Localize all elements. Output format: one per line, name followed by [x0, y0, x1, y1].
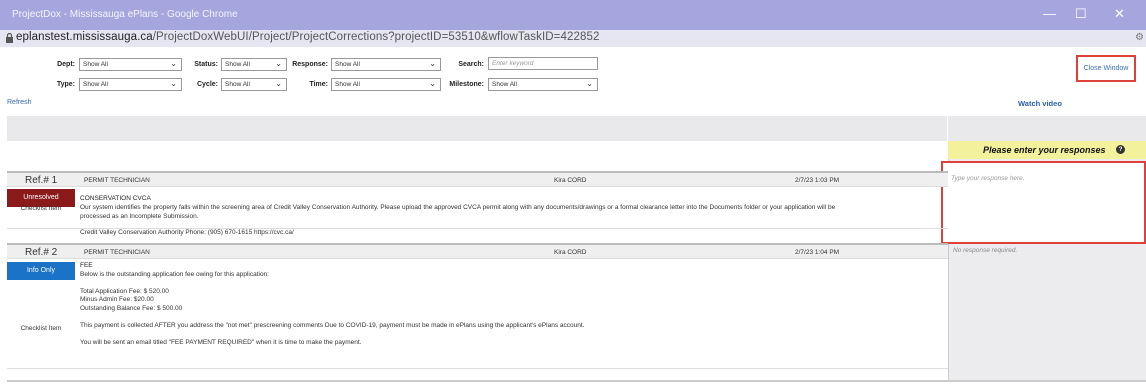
comment-type: Checklist Item [20, 205, 62, 212]
comment-line: You will be sent an email titled "FEE PA… [80, 338, 362, 346]
dept-select[interactable]: Show All ⌄ [79, 58, 182, 71]
close-icon[interactable]: ✕ [1114, 6, 1125, 22]
response-select[interactable]: Show All ⌄ [331, 58, 441, 71]
comment-author: Kira CORD [554, 177, 587, 184]
minimize-icon[interactable]: — [1043, 6, 1056, 21]
search-label: Search: [458, 61, 484, 68]
comment-title: CONSERVATION CVCA [80, 195, 151, 202]
comment-date: 2/7/23 1:03 PM [795, 177, 840, 184]
ref-number: Ref.# 1 [25, 175, 58, 186]
response-placeholder: Type your response here. [951, 175, 1025, 182]
maximize-icon[interactable]: ☐ [1075, 6, 1087, 22]
reviewer-role: PERMIT TECHNICIAN [84, 249, 150, 256]
responses-header-title: Please enter your responses [983, 145, 1106, 155]
chevron-down-icon: ⌄ [275, 79, 282, 88]
milestone-select[interactable]: Show All ⌄ [488, 78, 598, 91]
response-label: Response: [292, 61, 328, 68]
comment-line: Outstanding Balance Fee: $ 500.00 [80, 305, 183, 313]
comment-author: Kira CORD [554, 249, 587, 256]
comment-header-row: Ref.# 1 PERMIT TECHNICIAN Kira CORD 2/7/… [7, 171, 948, 187]
comment-line: Total Application Fee: $ 520.00 [80, 287, 169, 295]
type-select[interactable]: Show All ⌄ [79, 78, 182, 91]
lock-icon [6, 33, 13, 43]
status-select[interactable]: Show All ⌄ [221, 58, 287, 71]
comment-line: processed as an Incomplete Submission. [80, 212, 199, 220]
comment-body: FEE Below is the outstanding application… [80, 262, 945, 348]
window-titlebar: ProjectDox - Mississauga ePlans - Google… [0, 0, 1146, 30]
cycle-label: Cycle: [196, 81, 218, 88]
watch-video-link[interactable]: Watch video [1018, 99, 1062, 108]
responses-header: Please enter your responses ? [948, 141, 1146, 159]
no-response-text: No response required. [953, 247, 1018, 254]
status-badge: Info Only [7, 262, 75, 280]
type-label: Type: [56, 81, 75, 88]
comment-title: FEE [80, 262, 93, 269]
close-window-button[interactable]: Close Window [1076, 55, 1136, 82]
time-label: Time: [309, 81, 328, 88]
cycle-select[interactable]: Show All ⌄ [221, 78, 287, 91]
page-bottom-border [7, 380, 1146, 382]
search-input[interactable]: Enter keyword [488, 57, 598, 70]
url-domain: eplanstest.mississauga.ca [16, 31, 153, 43]
status-label: Status: [194, 61, 218, 68]
refresh-link[interactable]: Refresh [7, 99, 32, 106]
comment-line: Below is the outstanding application fee… [80, 270, 269, 278]
chevron-down-icon: ⌄ [429, 59, 436, 68]
url-text[interactable]: eplanstest.mississauga.ca/ProjectDoxWebU… [16, 31, 599, 43]
chevron-down-icon: ⌄ [170, 79, 177, 88]
dept-label: Dept: [57, 61, 75, 68]
comment-header-row: Ref.# 2 PERMIT TECHNICIAN Kira CORD 2/7/… [7, 243, 948, 259]
chevron-down-icon: ⌄ [170, 59, 177, 68]
address-bar[interactable]: eplanstest.mississauga.ca/ProjectDoxWebU… [0, 30, 1146, 47]
comment-line: Credit Valley Conservation Authority Pho… [80, 229, 294, 237]
row-divider [7, 368, 948, 369]
chevron-down-icon: ⌄ [586, 79, 593, 88]
url-path: /ProjectDoxWebUI/Project/ProjectCorrecti… [152, 31, 600, 43]
time-select[interactable]: Show All ⌄ [331, 78, 441, 91]
help-icon[interactable]: ? [1116, 145, 1125, 154]
comment-line: Minus Admin Fee: $20.00 [80, 296, 154, 304]
browser-settings-icon[interactable]: ⚙ [1135, 32, 1144, 43]
response-textarea[interactable]: Type your response here. [941, 161, 1146, 244]
responses-header-band [948, 116, 1146, 141]
comment-line: Our system identifies the property falls… [80, 203, 836, 211]
chevron-down-icon: ⌄ [429, 79, 436, 88]
row-divider [7, 228, 948, 229]
ref-number: Ref.# 2 [25, 247, 58, 258]
comment-type: Checklist Item [20, 325, 62, 332]
milestone-label: Milestone: [449, 81, 484, 88]
comment-date: 2/7/23 1:04 PM [795, 249, 840, 256]
comments-header-band [7, 116, 947, 141]
comment-line: This payment is collected AFTER you addr… [80, 321, 585, 329]
chevron-down-icon: ⌄ [275, 59, 282, 68]
reviewer-role: PERMIT TECHNICIAN [84, 177, 150, 184]
window-title: ProjectDox - Mississauga ePlans - Google… [12, 9, 238, 20]
comment-body: CONSERVATION CVCA Our system identifies … [80, 195, 945, 238]
